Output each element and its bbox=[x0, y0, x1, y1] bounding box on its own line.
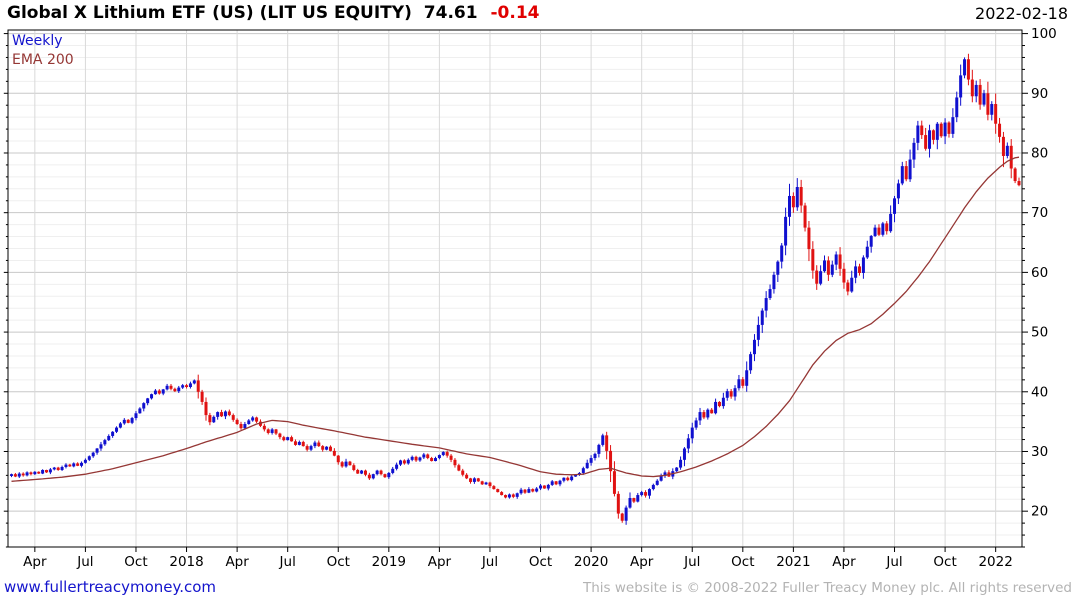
svg-text:Apr: Apr bbox=[630, 554, 654, 570]
svg-text:60: 60 bbox=[1031, 265, 1048, 281]
svg-text:Jul: Jul bbox=[885, 554, 902, 570]
svg-text:50: 50 bbox=[1031, 325, 1048, 341]
svg-text:Apr: Apr bbox=[428, 554, 452, 570]
svg-text:20: 20 bbox=[1031, 504, 1048, 520]
svg-text:Jul: Jul bbox=[481, 554, 498, 570]
svg-text:30: 30 bbox=[1031, 444, 1048, 460]
svg-text:Jul: Jul bbox=[683, 554, 700, 570]
svg-text:Jul: Jul bbox=[279, 554, 296, 570]
ema-200-line bbox=[11, 156, 1020, 482]
legend-ema-200: EMA 200 bbox=[12, 52, 74, 68]
svg-text:40: 40 bbox=[1031, 384, 1048, 400]
plot-border bbox=[7, 29, 1023, 548]
last-price: 74.61 bbox=[423, 3, 478, 23]
candles-layer bbox=[10, 53, 1021, 525]
chart-title: Global X Lithium ETF (US) (LIT US EQUITY… bbox=[7, 3, 412, 23]
svg-text:2020: 2020 bbox=[574, 554, 608, 570]
minor-gridlines bbox=[8, 45, 1022, 548]
svg-text:Oct: Oct bbox=[933, 554, 956, 570]
svg-text:80: 80 bbox=[1031, 145, 1048, 161]
svg-text:Jul: Jul bbox=[76, 554, 93, 570]
chart-date: 2022-02-18 bbox=[975, 4, 1068, 23]
svg-text:Oct: Oct bbox=[529, 554, 552, 570]
svg-text:2022: 2022 bbox=[978, 554, 1012, 570]
svg-text:Oct: Oct bbox=[731, 554, 754, 570]
x-axis: Apr Jul Oct 2018 Apr Jul Oct 2019 Apr Jul Oct 2020 A… bbox=[23, 547, 1013, 570]
svg-text:2021: 2021 bbox=[776, 554, 810, 570]
chart-legend: Weekly EMA 200 bbox=[12, 32, 74, 70]
svg-text:Apr: Apr bbox=[832, 554, 856, 570]
svg-text:100: 100 bbox=[1031, 26, 1057, 42]
svg-text:2019: 2019 bbox=[372, 554, 406, 570]
svg-text:Oct: Oct bbox=[327, 554, 350, 570]
svg-text:70: 70 bbox=[1031, 205, 1048, 221]
website-link[interactable]: www.fullertreacymoney.com bbox=[4, 578, 216, 596]
svg-text:Apr: Apr bbox=[225, 554, 249, 570]
svg-text:2018: 2018 bbox=[169, 554, 203, 570]
svg-text:Oct: Oct bbox=[124, 554, 147, 570]
copyright-text: This website is © 2008-2022 Fuller Treac… bbox=[583, 580, 1072, 596]
chart-header: Global X Lithium ETF (US) (LIT US EQUITY… bbox=[7, 3, 539, 23]
svg-text:Apr: Apr bbox=[23, 554, 47, 570]
svg-text:90: 90 bbox=[1031, 86, 1048, 102]
legend-timeframe: Weekly bbox=[12, 33, 63, 49]
chart-page: { "header": { "title": "Global X Lithium… bbox=[0, 0, 1075, 600]
price-change: -0.14 bbox=[490, 3, 540, 23]
price-chart-canvas: 20 30 40 50 60 70 80 90 100 Apr Jul Oct 2018 Apr Jul Oc… bbox=[3, 26, 1057, 570]
